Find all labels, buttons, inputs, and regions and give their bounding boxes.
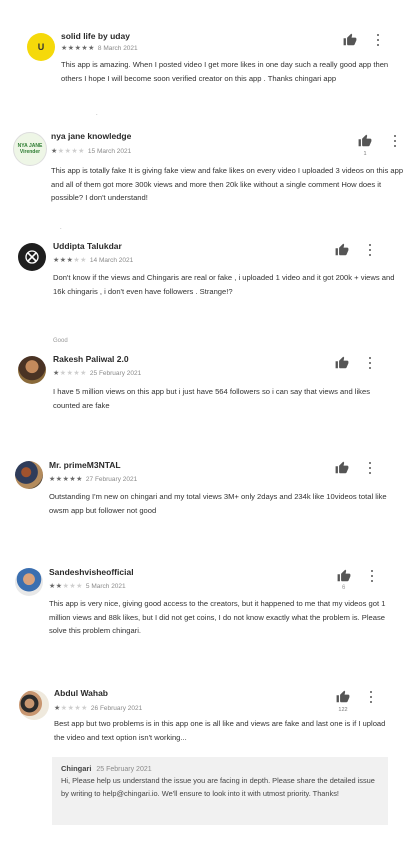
- xbox-logo-icon: [25, 250, 39, 264]
- star-icon: ★: [61, 45, 68, 52]
- star-icon: ★: [67, 45, 75, 52]
- reviewer-name: Abdul Wahab: [54, 688, 108, 698]
- more-options-icon[interactable]: [368, 462, 372, 474]
- reviewer-name: Uddipta Talukdar: [53, 241, 122, 251]
- review-date: 5 March 2021: [85, 582, 126, 590]
- more-options-icon[interactable]: [368, 357, 372, 369]
- star-icon: ★: [80, 370, 87, 377]
- avatar[interactable]: [18, 243, 46, 271]
- star-rating: ★★★★★: [53, 256, 87, 264]
- star-rating: ★★★★★: [61, 44, 95, 52]
- star-icon: ★: [49, 583, 56, 590]
- star-icon: ★: [81, 705, 88, 712]
- star-icon: ★: [59, 370, 67, 377]
- thumbs-up-icon[interactable]: [335, 243, 349, 257]
- review-text: This app is very nice, giving good acces…: [49, 599, 386, 635]
- review-meta: ★★★★★ 8 March 2021: [61, 44, 138, 53]
- star-rating: ★★★★★: [49, 582, 83, 590]
- reviewer-name: Sandeshvisheofficial: [49, 567, 134, 577]
- stray-mark: .: [60, 225, 62, 231]
- thumbs-up-icon[interactable]: [336, 690, 350, 704]
- reviewer-name: solid life by uday: [61, 31, 130, 41]
- avatar[interactable]: [18, 356, 46, 384]
- more-options-icon[interactable]: [393, 135, 397, 147]
- review-meta: ★★★★★ 14 March 2021: [53, 256, 134, 265]
- developer-reply: Chingari 25 February 2021 Hi, Please hel…: [52, 757, 388, 825]
- thumbs-up-icon[interactable]: [335, 356, 349, 370]
- star-icon: ★: [55, 583, 63, 590]
- review-text: This app is totally fake It is giving fa…: [51, 166, 404, 202]
- thumbs-up-icon[interactable]: [343, 33, 357, 47]
- review-meta: ★★★★★ 15 March 2021: [51, 147, 132, 156]
- thumbs-up-icon[interactable]: [337, 569, 351, 583]
- reply-author: Chingari: [61, 764, 92, 773]
- star-icon: ★: [80, 257, 87, 264]
- review-date: 14 March 2021: [89, 256, 134, 264]
- reply-date: 25 February 2021: [96, 766, 152, 773]
- star-rating: ★★★★★: [49, 475, 83, 483]
- more-options-icon[interactable]: [369, 691, 373, 703]
- review-date: 15 March 2021: [87, 147, 132, 155]
- star-icon: ★: [78, 148, 85, 155]
- reviewer-name: Rakesh Paliwal 2.0: [53, 354, 129, 364]
- review-text: Don't know if the views and Chingaris ar…: [53, 273, 395, 296]
- star-icon: ★: [59, 257, 67, 264]
- star-icon: ★: [53, 257, 60, 264]
- review-date: 8 March 2021: [97, 44, 138, 52]
- review-text: This app is amazing. When I posted video…: [61, 60, 389, 83]
- star-icon: ★: [76, 583, 83, 590]
- review-meta: ★★★★★ 5 March 2021: [49, 582, 126, 591]
- reply-text: Hi, Please help us understand the issue …: [61, 776, 375, 798]
- star-rating: ★★★★★: [51, 147, 85, 155]
- review-text: Outstanding I'm new on chingari and my t…: [49, 492, 387, 515]
- more-options-icon[interactable]: [370, 570, 374, 582]
- review-date: 27 February 2021: [85, 475, 138, 483]
- star-icon: ★: [88, 45, 95, 52]
- reviewer-name: nya jane knowledge: [51, 131, 132, 141]
- reply-header: Chingari 25 February 2021: [61, 764, 152, 773]
- star-icon: ★: [54, 705, 61, 712]
- star-icon: ★: [53, 370, 60, 377]
- review-text: Best app but two problems is in this app…: [54, 719, 386, 742]
- avatar[interactable]: U: [27, 33, 55, 61]
- review-meta: ★★★★★ 27 February 2021: [49, 475, 138, 484]
- stray-mark: .: [96, 111, 98, 117]
- more-options-icon[interactable]: [368, 244, 372, 256]
- avatar[interactable]: NYA JANE Virender: [13, 132, 47, 166]
- star-rating: ★★★★★: [53, 369, 87, 377]
- review-text: I have 5 million views on this app but i…: [53, 387, 370, 410]
- star-icon: ★: [76, 476, 83, 483]
- avatar[interactable]: [19, 690, 49, 720]
- stray-mark: 6: [342, 585, 346, 591]
- more-options-icon[interactable]: [376, 34, 380, 46]
- reviewer-name: Mr. primeM3NTAL: [49, 460, 121, 470]
- star-icon: ★: [49, 476, 56, 483]
- review-date: 26 February 2021: [90, 704, 143, 712]
- helpful-count: 1: [363, 151, 367, 157]
- avatar[interactable]: [15, 568, 43, 596]
- avatar[interactable]: [15, 461, 43, 489]
- review-meta: ★★★★★ 26 February 2021: [54, 704, 143, 713]
- star-icon: ★: [55, 476, 63, 483]
- star-icon: ★: [60, 705, 68, 712]
- thumbs-up-icon[interactable]: [335, 461, 349, 475]
- star-rating: ★★★★★: [54, 704, 88, 712]
- review-date: 25 February 2021: [89, 369, 142, 377]
- thumbs-up-icon[interactable]: [358, 134, 372, 148]
- review-meta: ★★★★★ 25 February 2021: [53, 369, 142, 378]
- helpful-count: 122: [338, 707, 348, 713]
- stray-mark: Good: [53, 338, 68, 344]
- star-icon: ★: [57, 148, 65, 155]
- star-icon: ★: [51, 148, 58, 155]
